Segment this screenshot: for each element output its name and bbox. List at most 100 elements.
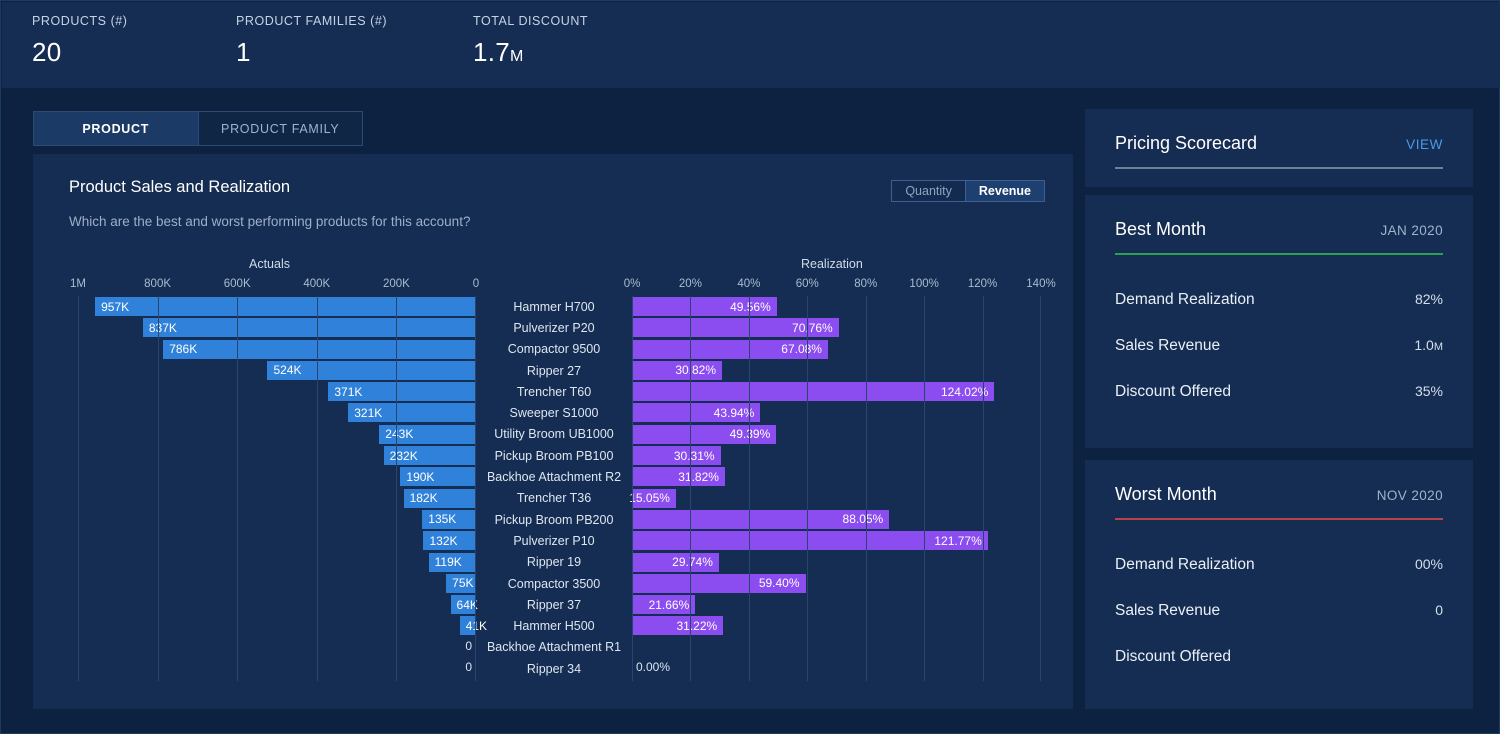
- realization-axis-ticks: 0% 20% 40% 60% 80% 100% 120% 140%: [624, 278, 1056, 292]
- actuals-bar[interactable]: 321K: [348, 403, 476, 423]
- realization-bar[interactable]: 31.82%: [632, 467, 725, 487]
- card-title: Best Month: [1115, 219, 1207, 239]
- actuals-bar[interactable]: 786K: [163, 339, 476, 359]
- metric-row: Sales Revenue 1.0M: [1115, 337, 1443, 383]
- worst-month-metrics: Demand Realization 00% Sales Revenue 0 D…: [1115, 556, 1443, 694]
- realization-bar[interactable]: 124.02%: [632, 382, 995, 402]
- metric-label: Demand Realization: [1115, 556, 1255, 573]
- actuals-bar[interactable]: 243K: [379, 424, 476, 444]
- actuals-bar[interactable]: 41K: [459, 616, 487, 636]
- category-labels: Hammer H700 Pulverizer P20 Compactor 9500 R…: [479, 296, 629, 681]
- realization-row: 30.31%: [632, 445, 1041, 466]
- realization-bar[interactable]: 59.40%: [632, 573, 806, 593]
- realization-bar[interactable]: 88.05%: [632, 509, 890, 529]
- realization-bar-label: 121.77%: [934, 533, 982, 548]
- status-divider-green: [1115, 253, 1443, 255]
- gridline: [475, 296, 476, 681]
- actuals-bar-label: 182K: [409, 491, 438, 506]
- category-label: Pulverizer P10: [513, 533, 595, 548]
- realization-row: 30.82%: [632, 360, 1041, 381]
- realization-row: 121.77%: [632, 530, 1041, 551]
- realization-row: 59.40%: [632, 573, 1041, 594]
- card-header: Worst Month NOV 2020: [1115, 460, 1443, 518]
- card-header: Pricing Scorecard VIEW: [1115, 109, 1443, 167]
- actuals-row: 190K: [78, 466, 476, 487]
- actuals-plot: 957K 837K 786K 524K 371K 321K 243K 232K 190K 182K…: [78, 296, 487, 681]
- view-link[interactable]: VIEW: [1406, 137, 1443, 152]
- realization-row: 70.76%: [632, 317, 1041, 338]
- actuals-row: 132K: [78, 530, 476, 551]
- realization-bar-label: 30.82%: [675, 363, 717, 378]
- gridline: [982, 296, 984, 681]
- actuals-bar-label: 321K: [354, 405, 383, 420]
- actuals-row: 41K: [78, 615, 487, 636]
- chart-subtitle: Which are the best and worst performing …: [69, 214, 471, 229]
- tab-product[interactable]: PRODUCT: [34, 112, 198, 145]
- category-label: Ripper 27: [526, 363, 582, 378]
- period-label: JAN 2020: [1380, 223, 1443, 238]
- actuals-bar-label: 957K: [101, 299, 130, 314]
- tab-product-family[interactable]: PRODUCT FAMILY: [197, 112, 362, 145]
- actuals-bar[interactable]: 64K: [450, 595, 478, 615]
- actuals-bar-label: 135K: [428, 512, 457, 527]
- gridline: [396, 296, 398, 681]
- realization-row: 21.66%: [632, 594, 1041, 615]
- axis-tick-label: 1M: [70, 278, 86, 290]
- kpi-products: PRODUCTS (#) 20: [32, 14, 236, 68]
- axis-tick-label: 140%: [1026, 278, 1056, 290]
- realization-bar[interactable]: 49.39%: [632, 424, 777, 444]
- metric-row: Discount Offered: [1115, 648, 1443, 694]
- actuals-bar[interactable]: 135K: [422, 509, 476, 529]
- realization-bar[interactable]: 15.05%: [629, 488, 676, 508]
- realization-bar-label: 31.82%: [678, 469, 719, 484]
- toggle-revenue[interactable]: Revenue: [964, 181, 1044, 201]
- realization-row: 31.82%: [632, 466, 1041, 487]
- pricing-scorecard-card: Pricing Scorecard VIEW: [1085, 109, 1473, 187]
- realization-row: [632, 637, 1041, 658]
- realization-bar[interactable]: 43.94%: [632, 403, 761, 423]
- card-header: Best Month JAN 2020: [1115, 195, 1443, 253]
- actuals-row: 64K: [78, 594, 478, 615]
- gridline: [237, 296, 239, 681]
- realization-bar-label: 29.74%: [672, 555, 713, 570]
- realization-bar[interactable]: 21.66%: [632, 595, 696, 615]
- actuals-bar[interactable]: 524K: [267, 360, 476, 380]
- actuals-bar[interactable]: 371K: [328, 382, 476, 402]
- metric-label: Sales Revenue: [1115, 602, 1221, 619]
- card-title: Worst Month: [1115, 484, 1217, 504]
- axis-tick-label: 120%: [967, 278, 998, 290]
- actuals-bar[interactable]: 119K: [428, 552, 476, 572]
- actuals-row: 957K: [78, 296, 476, 317]
- actuals-bar-rows: 957K 837K 786K 524K 371K 321K 243K 232K 190K 182K…: [78, 296, 487, 681]
- realization-bar-label: 70.76%: [792, 320, 833, 335]
- realization-bar[interactable]: 30.31%: [632, 446, 721, 466]
- actuals-bar[interactable]: 837K: [142, 318, 476, 338]
- category-label: Hammer H700: [513, 299, 595, 314]
- realization-bar-label: 124.02%: [940, 384, 989, 399]
- metric-label: Discount Offered: [1115, 648, 1232, 665]
- kpi-value-number: 1.7: [473, 37, 511, 67]
- actuals-row: 837K: [78, 317, 476, 338]
- realization-bar[interactable]: 30.82%: [632, 360, 723, 380]
- gridline: [1040, 296, 1041, 681]
- actuals-bar[interactable]: 75K: [446, 573, 476, 593]
- actuals-bar[interactable]: 957K: [95, 297, 476, 316]
- actuals-bar[interactable]: 132K: [423, 531, 476, 551]
- realization-bar-label: 31.22%: [676, 618, 718, 633]
- view-tabs: PRODUCT PRODUCT FAMILY: [33, 111, 363, 146]
- divider: [1115, 167, 1443, 169]
- realization-bar[interactable]: 31.22%: [632, 616, 724, 636]
- realization-bar[interactable]: 29.74%: [632, 552, 719, 572]
- actuals-bar[interactable]: 182K: [403, 488, 476, 508]
- actuals-bar[interactable]: 190K: [400, 467, 476, 487]
- realization-row: 29.74%: [632, 552, 1041, 573]
- realization-bar[interactable]: 67.08%: [632, 339, 828, 359]
- measure-toggle: Quantity Revenue: [891, 180, 1045, 202]
- toggle-quantity[interactable]: Quantity: [892, 181, 965, 201]
- actuals-bar[interactable]: 232K: [383, 446, 476, 466]
- gridline: [157, 296, 159, 681]
- actuals-bar-label: 837K: [148, 320, 177, 335]
- realization-bar-label: 67.08%: [781, 342, 822, 357]
- realization-bar[interactable]: 121.77%: [632, 531, 988, 551]
- realization-bar[interactable]: 49.56%: [632, 297, 777, 316]
